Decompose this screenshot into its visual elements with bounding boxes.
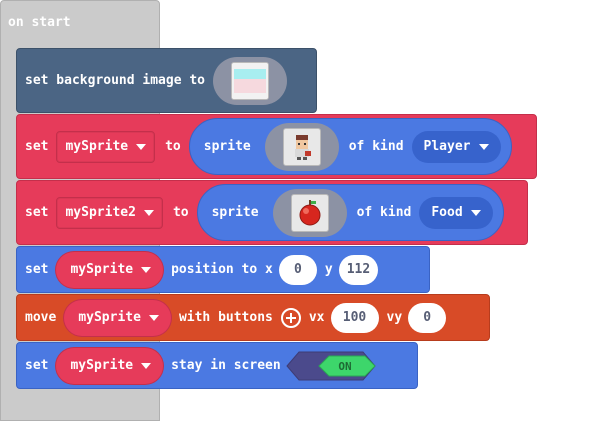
- kind-dropdown[interactable]: Food: [419, 196, 493, 229]
- chevron-down-icon: [141, 266, 152, 273]
- vy-input[interactable]: 0: [408, 302, 447, 333]
- vx-input[interactable]: 100: [330, 302, 379, 333]
- variable-dropdown[interactable]: mySprite: [64, 299, 171, 336]
- variable-name: mySprite: [70, 358, 134, 373]
- variable-name: mySprite2: [65, 205, 136, 220]
- background-image-picker[interactable]: [213, 56, 288, 105]
- variable-dropdown[interactable]: mySprite: [56, 347, 164, 384]
- variable-name: mySprite: [70, 262, 134, 277]
- variable-name: mySprite: [65, 139, 129, 154]
- chevron-down-icon: [136, 143, 147, 150]
- sprite-label: sprite: [203, 139, 251, 154]
- vy-label: vy: [386, 310, 403, 325]
- x-input[interactable]: 0: [278, 254, 317, 285]
- on-start-label: on start: [8, 15, 71, 30]
- variable-name: mySprite: [78, 310, 141, 325]
- variable-dropdown[interactable]: mySprite: [56, 251, 164, 288]
- y-input[interactable]: 112: [338, 254, 379, 285]
- set-sprite-block-2[interactable]: set mySprite2 to sprite of kind Food: [16, 180, 528, 245]
- set-label: set: [25, 262, 49, 277]
- vx-label: vx: [308, 310, 325, 325]
- on-off-toggle[interactable]: ON: [285, 350, 377, 382]
- to-label: to: [165, 139, 181, 154]
- sprite-image-picker[interactable]: [264, 122, 339, 171]
- chevron-down-icon: [470, 209, 481, 216]
- stay-in-screen-label: stay in screen: [171, 358, 281, 373]
- set-position-block[interactable]: set mySprite position to x 0 y 112: [16, 246, 430, 293]
- chevron-down-icon: [148, 314, 159, 321]
- chevron-down-icon: [141, 362, 152, 369]
- of-kind-label: of kind: [348, 139, 404, 154]
- sprite-label: sprite: [211, 205, 259, 220]
- player-character-icon: [282, 127, 321, 166]
- apple-icon: [290, 193, 329, 232]
- set-background-image-block[interactable]: set background image to: [16, 48, 317, 113]
- chevron-down-icon: [143, 209, 154, 216]
- set-label: set: [25, 358, 49, 373]
- sprite-of-kind-reporter[interactable]: sprite of kind Player: [188, 118, 512, 175]
- set-background-label: set background image to: [25, 73, 206, 88]
- variable-dropdown[interactable]: mySprite2: [56, 196, 163, 229]
- set-label: set: [25, 139, 49, 154]
- move-with-buttons-block[interactable]: move mySprite with buttons vx 100 vy 0: [16, 294, 490, 341]
- sprite-image-picker[interactable]: [272, 188, 347, 237]
- kind-dropdown[interactable]: Player: [411, 130, 501, 163]
- move-label: move: [25, 310, 57, 325]
- toggle-state-text: ON: [338, 360, 351, 373]
- set-sprite-block-1[interactable]: set mySprite to sprite of kind Player: [16, 114, 537, 179]
- set-label: set: [25, 205, 49, 220]
- variable-dropdown[interactable]: mySprite: [56, 130, 156, 163]
- kind-name: Player: [423, 139, 471, 154]
- stay-in-screen-block[interactable]: set mySprite stay in screen ON: [16, 342, 418, 389]
- y-label: y: [324, 262, 333, 277]
- position-to-x-label: position to x: [171, 262, 273, 277]
- background-image-icon: [231, 61, 270, 100]
- with-buttons-label: with buttons: [178, 310, 273, 325]
- chevron-down-icon: [478, 143, 489, 150]
- expand-plus-icon[interactable]: [280, 307, 301, 328]
- to-label: to: [172, 205, 189, 220]
- kind-name: Food: [431, 205, 463, 220]
- sprite-of-kind-reporter[interactable]: sprite of kind Food: [196, 184, 504, 241]
- of-kind-label: of kind: [356, 205, 412, 220]
